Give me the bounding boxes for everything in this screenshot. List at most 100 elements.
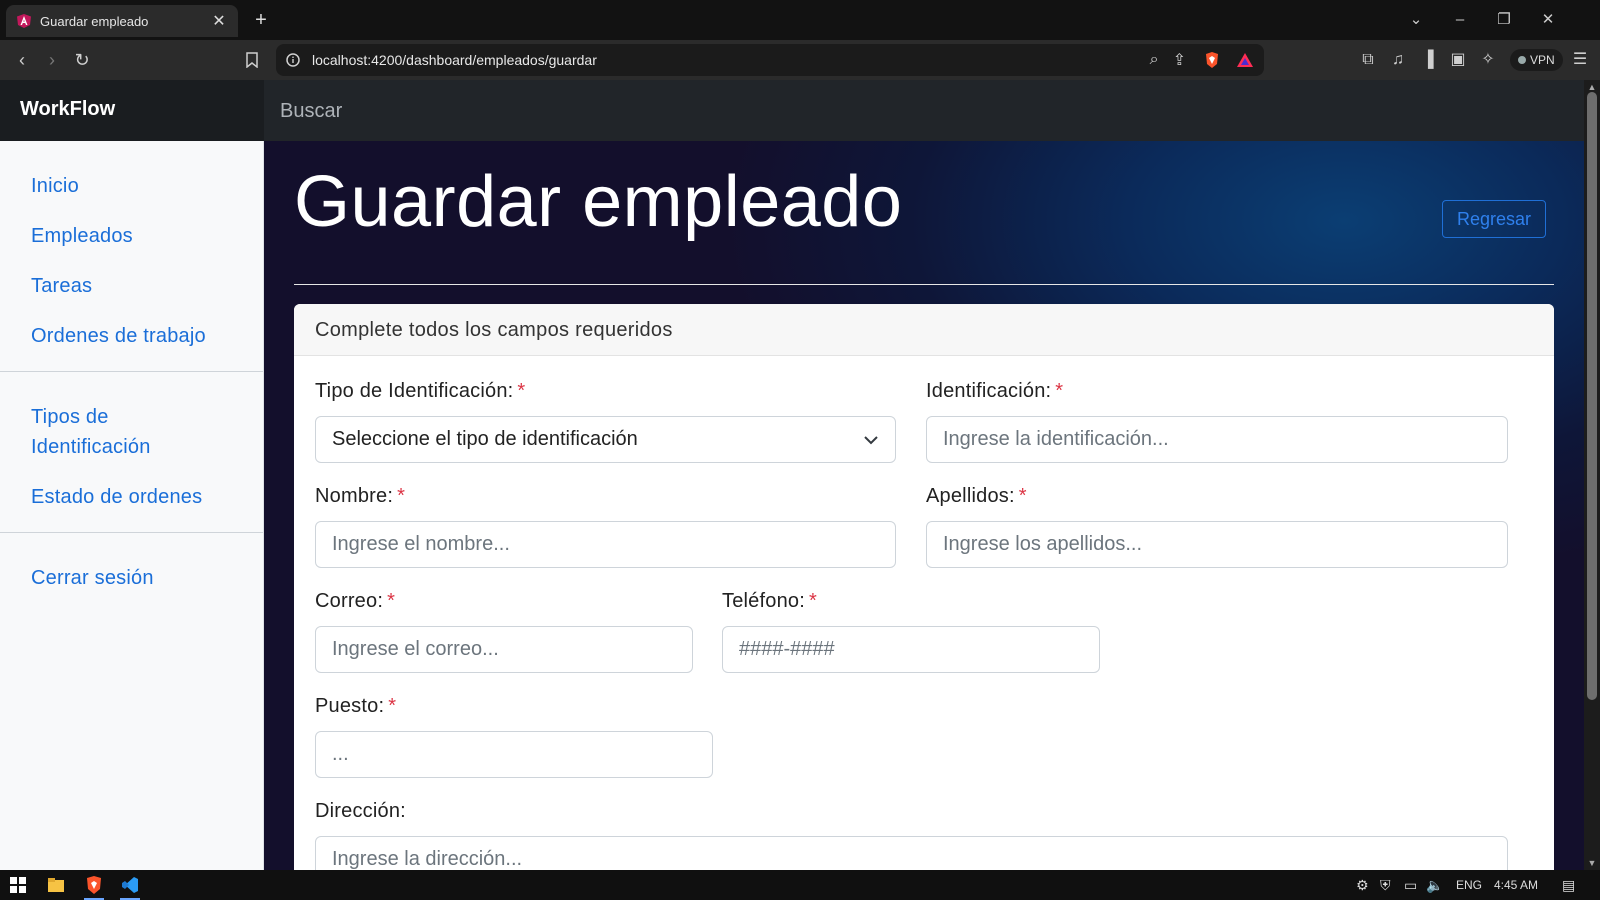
security-icon[interactable]: ⛨ [1380, 870, 1391, 900]
field-email: Correo: * [315, 590, 693, 673]
chevron-down-icon [864, 435, 878, 444]
scroll-up-icon[interactable]: ▲ [1584, 82, 1600, 92]
sidebar-item-empleados[interactable]: Empleados [0, 221, 263, 251]
tab-search-icon[interactable]: ⌄ [1394, 0, 1438, 40]
identification-label: Identificación: * [926, 380, 1064, 402]
reload-icon[interactable]: ↻ [70, 48, 94, 72]
file-explorer-icon[interactable] [46, 875, 66, 895]
address-bar[interactable]: localhost:4200/dashboard/empleados/guard… [276, 44, 1264, 76]
sidebar: Inicio Empleados Tareas Ordenes de traba… [0, 141, 264, 870]
media-icon[interactable]: ♫ [1386, 48, 1410, 72]
extensions-icon[interactable]: ⧉ [1356, 48, 1380, 72]
sidebar-item-estado-ordenes[interactable]: Estado de ordenes [0, 482, 263, 512]
field-position: Puesto: * [315, 695, 713, 778]
field-address: Dirección: [315, 800, 1508, 870]
sidebar-item-tipos-identificacion[interactable]: Tipos de Identificación [0, 402, 200, 462]
email-label: Correo: * [315, 590, 396, 612]
search-input[interactable] [280, 94, 680, 128]
sidebar-item-inicio[interactable]: Inicio [0, 171, 263, 201]
windows-start-icon[interactable] [8, 875, 28, 895]
identification-input[interactable] [926, 416, 1508, 463]
brave-taskbar-icon[interactable] [84, 875, 104, 895]
angular-favicon-icon [17, 14, 31, 28]
minimize-icon[interactable]: – [1438, 0, 1482, 40]
card-header: Complete todos los campos requeridos [294, 304, 1554, 356]
vpn-label: VPN [1530, 53, 1555, 67]
brave-shield-icon[interactable] [1204, 51, 1220, 69]
position-input[interactable] [315, 731, 713, 778]
id-type-label: Tipo de Identificación: * [315, 380, 526, 402]
required-mark: * [397, 485, 406, 507]
network-icon[interactable]: ▭ [1404, 870, 1417, 900]
sidebar-item-cerrar-sesion[interactable]: Cerrar sesión [0, 563, 263, 593]
app-viewport: WorkFlow Inicio Empleados Tareas Ordenes… [0, 80, 1584, 870]
id-type-selected: Seleccione el tipo de identificación [332, 428, 638, 450]
brave-rewards-icon[interactable] [1236, 52, 1254, 68]
language-indicator[interactable]: ENG [1456, 870, 1482, 900]
window-close-icon[interactable]: ✕ [1526, 0, 1570, 40]
lastname-input[interactable] [926, 521, 1508, 568]
menu-icon[interactable]: ☰ [1568, 48, 1592, 72]
browser-tab-bar: Guardar empleado ✕ + ⌄ – ❐ ✕ [0, 0, 1600, 40]
field-id-type: Tipo de Identificación: * Seleccione el t… [315, 380, 896, 463]
clock[interactable]: 4:45 AM [1494, 870, 1538, 900]
required-mark: * [387, 590, 396, 612]
lastname-label: Apellidos: * [926, 485, 1027, 507]
divider [294, 284, 1554, 285]
page-title: Guardar empleado [294, 162, 903, 242]
browser-toolbar: ‹ › ↻ localhost:4200/dashboard/empleados… [0, 40, 1600, 80]
name-input[interactable] [315, 521, 896, 568]
bookmark-icon[interactable] [240, 48, 264, 72]
tab-title: Guardar empleado [40, 13, 149, 29]
site-info-icon[interactable] [286, 53, 300, 67]
back-arrow-icon[interactable]: ‹ [10, 48, 34, 72]
wallet-icon[interactable]: ▣ [1446, 48, 1470, 72]
name-label: Nombre: * [315, 485, 406, 507]
email-input[interactable] [315, 626, 693, 673]
leo-ai-icon[interactable]: ✧ [1476, 48, 1500, 72]
page-scrollbar[interactable]: ▲ ▼ [1584, 80, 1600, 870]
phone-input[interactable] [722, 626, 1100, 673]
form-card: Complete todos los campos requeridos Tip… [294, 304, 1554, 870]
steam-icon[interactable]: ⚙ [1356, 870, 1369, 900]
sidebar-session-group: Cerrar sesión [0, 533, 263, 613]
required-mark: * [1055, 380, 1064, 402]
sidebar-item-ordenes[interactable]: Ordenes de trabajo [0, 321, 263, 351]
sidebar-item-tareas[interactable]: Tareas [0, 271, 263, 301]
windows-taskbar: ⚙ ⛨ ▭ 🔈 ENG 4:45 AM ▤ [0, 870, 1600, 900]
field-name: Nombre: * [315, 485, 896, 568]
required-mark: * [388, 695, 397, 717]
share-icon[interactable]: ⇪ [1173, 50, 1186, 70]
back-button[interactable]: Regresar [1442, 200, 1547, 238]
restore-icon[interactable]: ❐ [1482, 0, 1526, 40]
field-phone: Teléfono: * [722, 590, 1100, 673]
forward-arrow-icon[interactable]: › [40, 48, 64, 72]
id-type-select[interactable]: Seleccione el tipo de identificación [315, 416, 896, 463]
vpn-button[interactable]: VPN [1510, 49, 1563, 71]
required-mark: * [808, 590, 817, 612]
address-input[interactable] [315, 836, 1508, 870]
notifications-icon[interactable]: ▤ [1562, 870, 1575, 900]
sidebar-main-group: Inicio Empleados Tareas Ordenes de traba… [0, 141, 263, 372]
volume-icon[interactable]: 🔈 [1426, 870, 1443, 900]
scrollbar-thumb[interactable] [1587, 92, 1597, 700]
brand-logo[interactable]: WorkFlow [0, 80, 264, 141]
phone-label: Teléfono: * [722, 590, 817, 612]
main-content: Guardar empleado Regresar Complete todos… [264, 141, 1584, 870]
new-tab-icon[interactable]: + [249, 8, 273, 32]
app-navbar: WorkFlow [0, 80, 1584, 141]
field-identification: Identificación: * [926, 380, 1508, 463]
tab-close-icon[interactable]: ✕ [210, 11, 228, 31]
scroll-down-icon[interactable]: ▼ [1584, 858, 1600, 868]
url-text: localhost:4200/dashboard/empleados/guard… [312, 52, 597, 68]
browser-tab[interactable]: Guardar empleado ✕ [6, 5, 238, 37]
vscode-icon[interactable] [120, 875, 140, 895]
sidebar-icon[interactable]: ▐ [1416, 48, 1440, 72]
field-lastname: Apellidos: * [926, 485, 1508, 568]
vpn-status-icon [1518, 56, 1526, 64]
address-label: Dirección: [315, 800, 406, 822]
zoom-icon[interactable]: ⌕ [1150, 51, 1159, 69]
required-mark: * [517, 380, 526, 402]
sidebar-catalog-group: Tipos de Identificación Estado de ordene… [0, 372, 263, 533]
position-label: Puesto: * [315, 695, 397, 717]
